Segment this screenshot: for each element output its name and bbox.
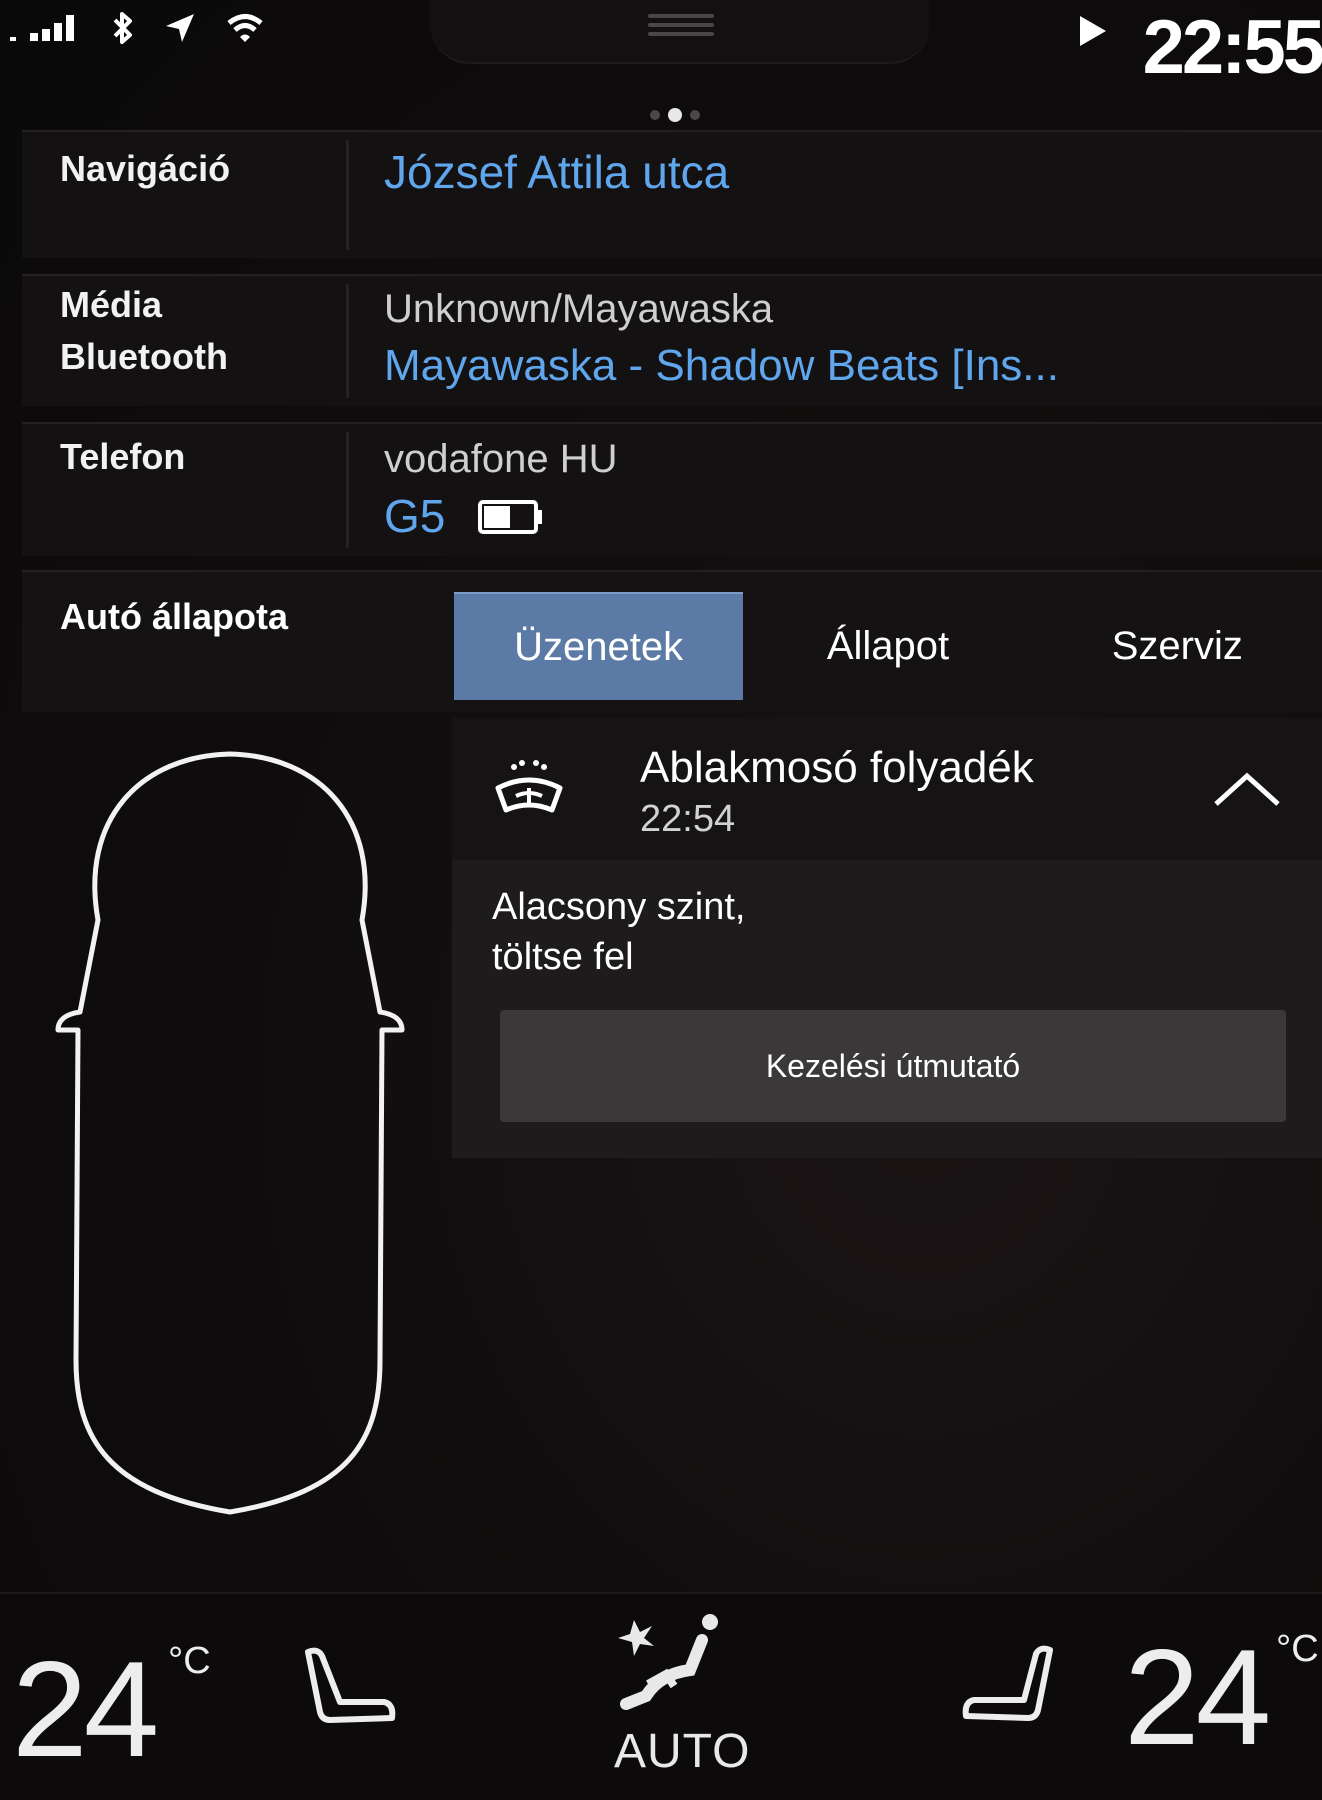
media-track: Mayawaska - Shadow Beats [Ins... [384,341,1059,390]
status-bar: 22:55 [0,0,1322,122]
message-body-line2: töltse fel [492,936,634,978]
car-status-tabs: Üzenetek Állapot Szerviz [454,592,1322,700]
media-tile[interactable]: Média Bluetooth Unknown/Mayawaska Mayawa… [22,274,1322,406]
status-icons [10,8,264,48]
left-seat-heating-icon[interactable] [300,1644,400,1734]
divider [346,432,349,548]
media-source-label: Bluetooth [60,336,228,377]
page-dot [690,110,700,120]
media-artist-album: Unknown/Mayawaska [384,287,774,331]
navigation-tile[interactable]: Navigáció József Attila utca [22,130,1322,258]
car-top-view [55,751,405,1515]
media-label: Média [60,284,163,325]
wifi-icon [227,14,263,42]
car-status-title: Autó állapota [60,596,289,637]
left-temperature-unit: °C [168,1640,211,1682]
left-temperature[interactable]: 24 [12,1634,159,1784]
page-dot [650,110,660,120]
washer-fluid-icon [495,760,563,813]
right-temperature[interactable]: 24 [1124,1622,1271,1772]
message-time: 22:54 [640,798,736,840]
climate-bar: 24 °C AUTO 24 °C [0,1592,1322,1800]
owners-manual-button[interactable]: Kezelési útmutató [500,1010,1286,1122]
divider [346,284,349,398]
page-indicator [650,108,700,122]
phone-tile[interactable]: Telefon vodafone HU G5 [22,422,1322,556]
chevron-up-icon[interactable] [1212,770,1282,810]
location-icon [166,14,194,42]
divider [346,140,349,250]
drawer-handle-lines [648,14,714,41]
message-body-line1: Alacsony szint, [492,886,746,928]
battery-icon [478,500,542,534]
bluetooth-icon [113,12,132,44]
navigation-destination: József Attila utca [384,146,730,198]
tab-service[interactable]: Szerviz [1033,592,1322,700]
phone-label: Telefon [60,436,186,477]
message-body: Alacsony szint, töltse fel [492,882,745,982]
signal-icon [10,15,74,41]
tab-status[interactable]: Állapot [743,592,1032,700]
message-title: Ablakmosó folyadék [640,743,1034,792]
right-temperature-unit: °C [1276,1628,1319,1670]
message-card: Ablakmosó folyadék 22:54 Alacsony szint,… [452,718,1322,1158]
phone-device: G5 [384,490,446,542]
airflow-fan-icon[interactable] [610,1614,720,1724]
screen: 22:55 Navigáció József Attila utca Média… [0,0,1322,1800]
right-seat-heating-icon[interactable] [958,1642,1058,1732]
play-icon [1080,16,1106,46]
tab-messages[interactable]: Üzenetek [454,592,744,700]
navigation-label: Navigáció [60,148,231,189]
clock: 22:55 [1142,5,1322,90]
climate-auto-label[interactable]: AUTO [614,1724,750,1779]
car-status-panel: Autó állapota Üzenetek Állapot Szerviz [22,570,1322,712]
message-header[interactable]: Ablakmosó folyadék 22:54 [452,718,1322,860]
page-dot-active [668,108,682,122]
phone-carrier: vodafone HU [384,437,618,481]
